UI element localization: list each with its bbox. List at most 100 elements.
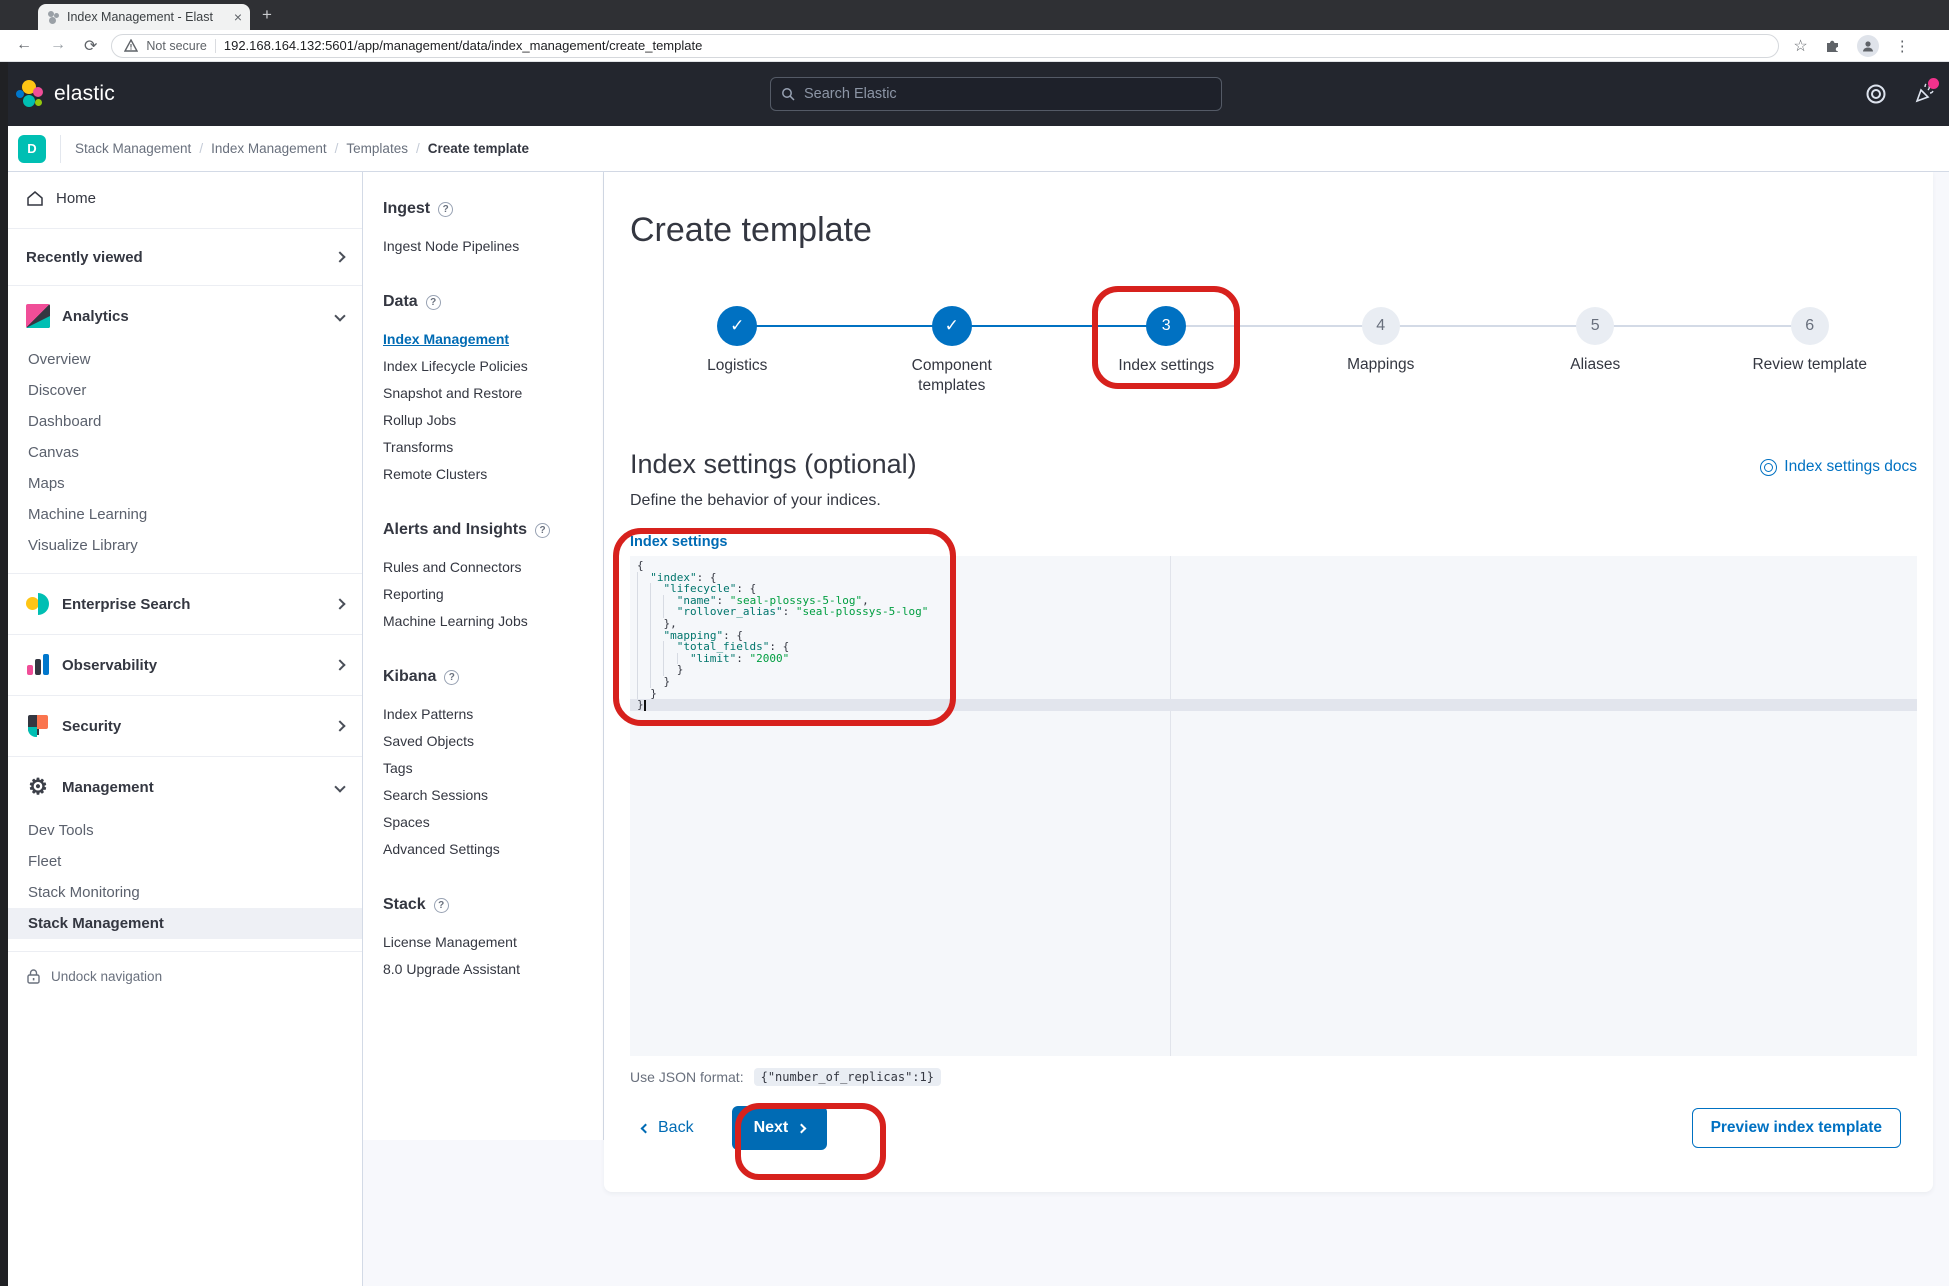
sidebar-item-visualize-library[interactable]: Visualize Library: [8, 530, 362, 561]
nav-item-advanced-settings[interactable]: Advanced Settings: [383, 835, 603, 862]
sidebar-item-discover[interactable]: Discover: [8, 375, 362, 406]
help-icon[interactable]: [1865, 83, 1887, 105]
question-icon[interactable]: [444, 669, 460, 685]
search-icon: [782, 87, 795, 101]
step-progress: ✓ Logistics ✓ Component templates 3 Inde…: [630, 280, 1917, 410]
question-icon[interactable]: [425, 294, 441, 310]
nav-item-rollup-jobs[interactable]: Rollup Jobs: [383, 406, 603, 433]
browser-tab-strip: Index Management - Elast × +: [0, 0, 1949, 30]
preview-index-template-button[interactable]: Preview index template: [1691, 1108, 1901, 1148]
tab-close-icon[interactable]: ×: [234, 9, 242, 25]
nav-item-saved-objects[interactable]: Saved Objects: [383, 727, 603, 754]
sidebar-item-dev-tools[interactable]: Dev Tools: [8, 815, 362, 846]
step-logistics[interactable]: ✓ Logistics: [630, 306, 845, 410]
back-button[interactable]: Back: [640, 1119, 694, 1137]
question-icon[interactable]: [535, 522, 551, 538]
nav-item-reporting[interactable]: Reporting: [383, 580, 603, 607]
step-component-templates[interactable]: ✓ Component templates: [845, 306, 1060, 410]
nav-item-remote-clusters[interactable]: Remote Clusters: [383, 460, 603, 487]
nav-item-machine-learning-jobs[interactable]: Machine Learning Jobs: [383, 607, 603, 634]
sidebar-item-home[interactable]: Home: [8, 172, 362, 224]
step-index-settings[interactable]: 3 Index settings: [1059, 306, 1274, 410]
sidebar-section-recently-viewed[interactable]: Recently viewed: [8, 233, 362, 281]
breadcrumb-stack-management[interactable]: Stack Management: [75, 141, 191, 156]
nav-item-index-patterns[interactable]: Index Patterns: [383, 700, 603, 727]
nav-item-transforms[interactable]: Transforms: [383, 433, 603, 460]
primary-nav: Home Recently viewed Analytics Overview …: [8, 172, 363, 1286]
sidebar-item-canvas[interactable]: Canvas: [8, 437, 362, 468]
chevron-down-icon: [334, 310, 346, 322]
nav-item-index-management[interactable]: Index Management: [383, 325, 603, 352]
browser-tab[interactable]: Index Management - Elast ×: [38, 4, 250, 30]
sidebar-section-analytics[interactable]: Analytics: [8, 290, 362, 342]
elastic-header: elastic Search Elastic: [0, 62, 1949, 126]
nav-item-license-management[interactable]: License Management: [383, 928, 603, 955]
browser-menu-icon[interactable]: ⋮: [1895, 37, 1910, 55]
divider: [8, 634, 362, 635]
security-label[interactable]: Not secure: [146, 39, 206, 53]
sidebar-section-security[interactable]: Security: [8, 700, 362, 752]
sidebar-item-maps[interactable]: Maps: [8, 468, 362, 499]
analytics-logo-icon: [26, 304, 50, 328]
new-tab-button[interactable]: +: [262, 5, 272, 25]
elastic-logo-icon: [16, 80, 44, 108]
address-bar[interactable]: Not secure 192.168.164.132:5601/app/mana…: [111, 33, 1780, 58]
bookmark-star-icon[interactable]: ☆: [1793, 36, 1807, 56]
brand-name: elastic: [54, 82, 115, 105]
helper-code-chip: {"number_of_replicas":1}: [753, 1068, 941, 1086]
sidebar-item-machine-learning[interactable]: Machine Learning: [8, 499, 362, 530]
sidebar-item-dashboard[interactable]: Dashboard: [8, 406, 362, 437]
back-nav-icon[interactable]: ←: [16, 36, 32, 56]
nav-item-tags[interactable]: Tags: [383, 754, 603, 781]
code-lines: { "index": { "lifecycle": { "name": "sea…: [630, 556, 1917, 711]
sidebar-item-stack-management[interactable]: Stack Management: [8, 908, 362, 939]
reload-icon[interactable]: ⟳: [84, 36, 97, 56]
nav-item-index-lifecycle-policies[interactable]: Index Lifecycle Policies: [383, 352, 603, 379]
step-check-icon: ✓: [717, 306, 758, 346]
newsfeed-icon[interactable]: [1913, 78, 1939, 105]
url-text[interactable]: 192.168.164.132:5601/app/management/data…: [224, 38, 702, 53]
nav-item-upgrade-assistant[interactable]: 8.0 Upgrade Assistant: [383, 955, 603, 982]
sidebar-section-management[interactable]: ⚙ Management: [8, 761, 362, 813]
enterprise-search-logo-icon: [26, 592, 50, 616]
sidebar-section-observability[interactable]: Observability: [8, 639, 362, 691]
section-title: Index settings (optional): [630, 449, 917, 479]
nav-item-ingest-node-pipelines[interactable]: Ingest Node Pipelines: [383, 232, 603, 259]
chevron-right-icon: [334, 659, 346, 671]
pill-divider: [214, 38, 216, 53]
chevron-right-icon: [334, 720, 346, 732]
index-settings-editor[interactable]: { "index": { "lifecycle": { "name": "sea…: [630, 556, 1917, 1056]
undock-navigation[interactable]: Undock navigation: [8, 956, 362, 997]
sidebar-section-enterprise-search[interactable]: Enterprise Search: [8, 578, 362, 630]
security-logo-icon: [26, 714, 50, 738]
sidebar-item-fleet[interactable]: Fleet: [8, 846, 362, 877]
tab-favicon-icon: [46, 10, 60, 24]
sidebar-item-overview[interactable]: Overview: [8, 344, 362, 375]
next-button[interactable]: Next: [731, 1106, 828, 1150]
breadcrumb-index-management[interactable]: Index Management: [211, 141, 327, 156]
notification-dot: [1928, 78, 1939, 89]
nav-item-spaces[interactable]: Spaces: [383, 808, 603, 835]
chevron-right-icon: [796, 1123, 807, 1133]
step-review-template[interactable]: 6 Review template: [1703, 306, 1918, 410]
divider: [8, 695, 362, 696]
extensions-puzzle-icon[interactable]: [1824, 37, 1841, 54]
breadcrumb-templates[interactable]: Templates: [346, 141, 408, 156]
search-placeholder: Search Elastic: [804, 86, 897, 102]
nav-item-snapshot-and-restore[interactable]: Snapshot and Restore: [383, 379, 603, 406]
elastic-logo[interactable]: elastic: [0, 80, 200, 108]
browser-profile-avatar[interactable]: [1856, 34, 1879, 57]
question-icon[interactable]: [438, 201, 454, 217]
space-avatar[interactable]: D: [18, 134, 46, 163]
global-search-input[interactable]: Search Elastic: [770, 77, 1222, 111]
index-settings-docs-link[interactable]: Index settings docs: [1760, 458, 1917, 476]
nav-item-rules-and-connectors[interactable]: Rules and Connectors: [383, 553, 603, 580]
step-aliases[interactable]: 5 Aliases: [1488, 306, 1703, 410]
nav-item-search-sessions[interactable]: Search Sessions: [383, 781, 603, 808]
forward-nav-icon[interactable]: →: [50, 36, 66, 56]
management-nav: Ingest Ingest Node Pipelines Data Index …: [363, 172, 604, 1140]
question-icon[interactable]: [433, 897, 449, 913]
sidebar-item-stack-monitoring[interactable]: Stack Monitoring: [8, 877, 362, 908]
main-content: Create template ✓ Logistics ✓ Component …: [604, 172, 1949, 1286]
step-mappings[interactable]: 4 Mappings: [1274, 306, 1489, 410]
